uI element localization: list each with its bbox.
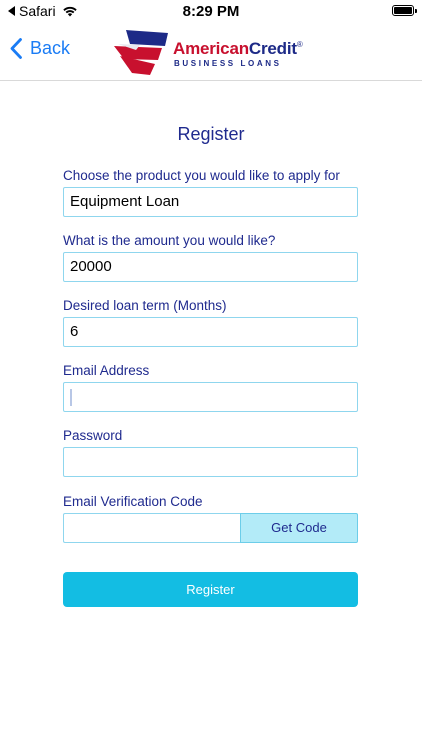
back-button[interactable]: Back	[10, 38, 70, 59]
amount-label: What is the amount you would like?	[63, 233, 276, 248]
back-label: Back	[30, 38, 71, 58]
logo-subtitle: BUSINESS LOANS	[174, 59, 282, 68]
chevron-left-icon	[10, 38, 22, 59]
american-credit-logo: AmericanCredit® BUSINESS LOANS	[110, 28, 320, 76]
clock: 8:29 PM	[182, 3, 240, 20]
nav-bar: Back AmericanCredit® BUSINESS LOANS	[0, 24, 422, 81]
email-input[interactable]	[63, 382, 358, 412]
logo-word-credit: Credit	[248, 39, 297, 58]
password-label: Password	[63, 428, 123, 443]
page-title: Register	[177, 124, 245, 144]
text-cursor	[70, 389, 72, 406]
logo-word-american: American	[173, 39, 249, 58]
logo-registered-mark: ®	[296, 40, 303, 49]
loan-term-input[interactable]: 6	[63, 317, 358, 347]
email-label: Email Address	[63, 363, 150, 378]
logo-wordmark: AmericanCredit®	[173, 39, 303, 59]
amount-input[interactable]: 20000	[63, 252, 358, 282]
verification-code-input[interactable]	[63, 513, 241, 543]
loan-term-label: Desired loan term (Months)	[63, 298, 227, 313]
register-button[interactable]: Register	[63, 572, 358, 607]
password-input[interactable]	[63, 447, 358, 477]
status-bar: Safari 8:29 PM	[0, 0, 422, 24]
logo-emblem-icon	[114, 30, 168, 75]
product-select[interactable]: Equipment Loan	[63, 187, 358, 217]
product-label: Choose the product you would like to app…	[63, 168, 340, 183]
get-code-button[interactable]: Get Code	[240, 513, 358, 543]
verification-code-label: Email Verification Code	[63, 494, 203, 509]
battery-icon	[392, 5, 417, 16]
